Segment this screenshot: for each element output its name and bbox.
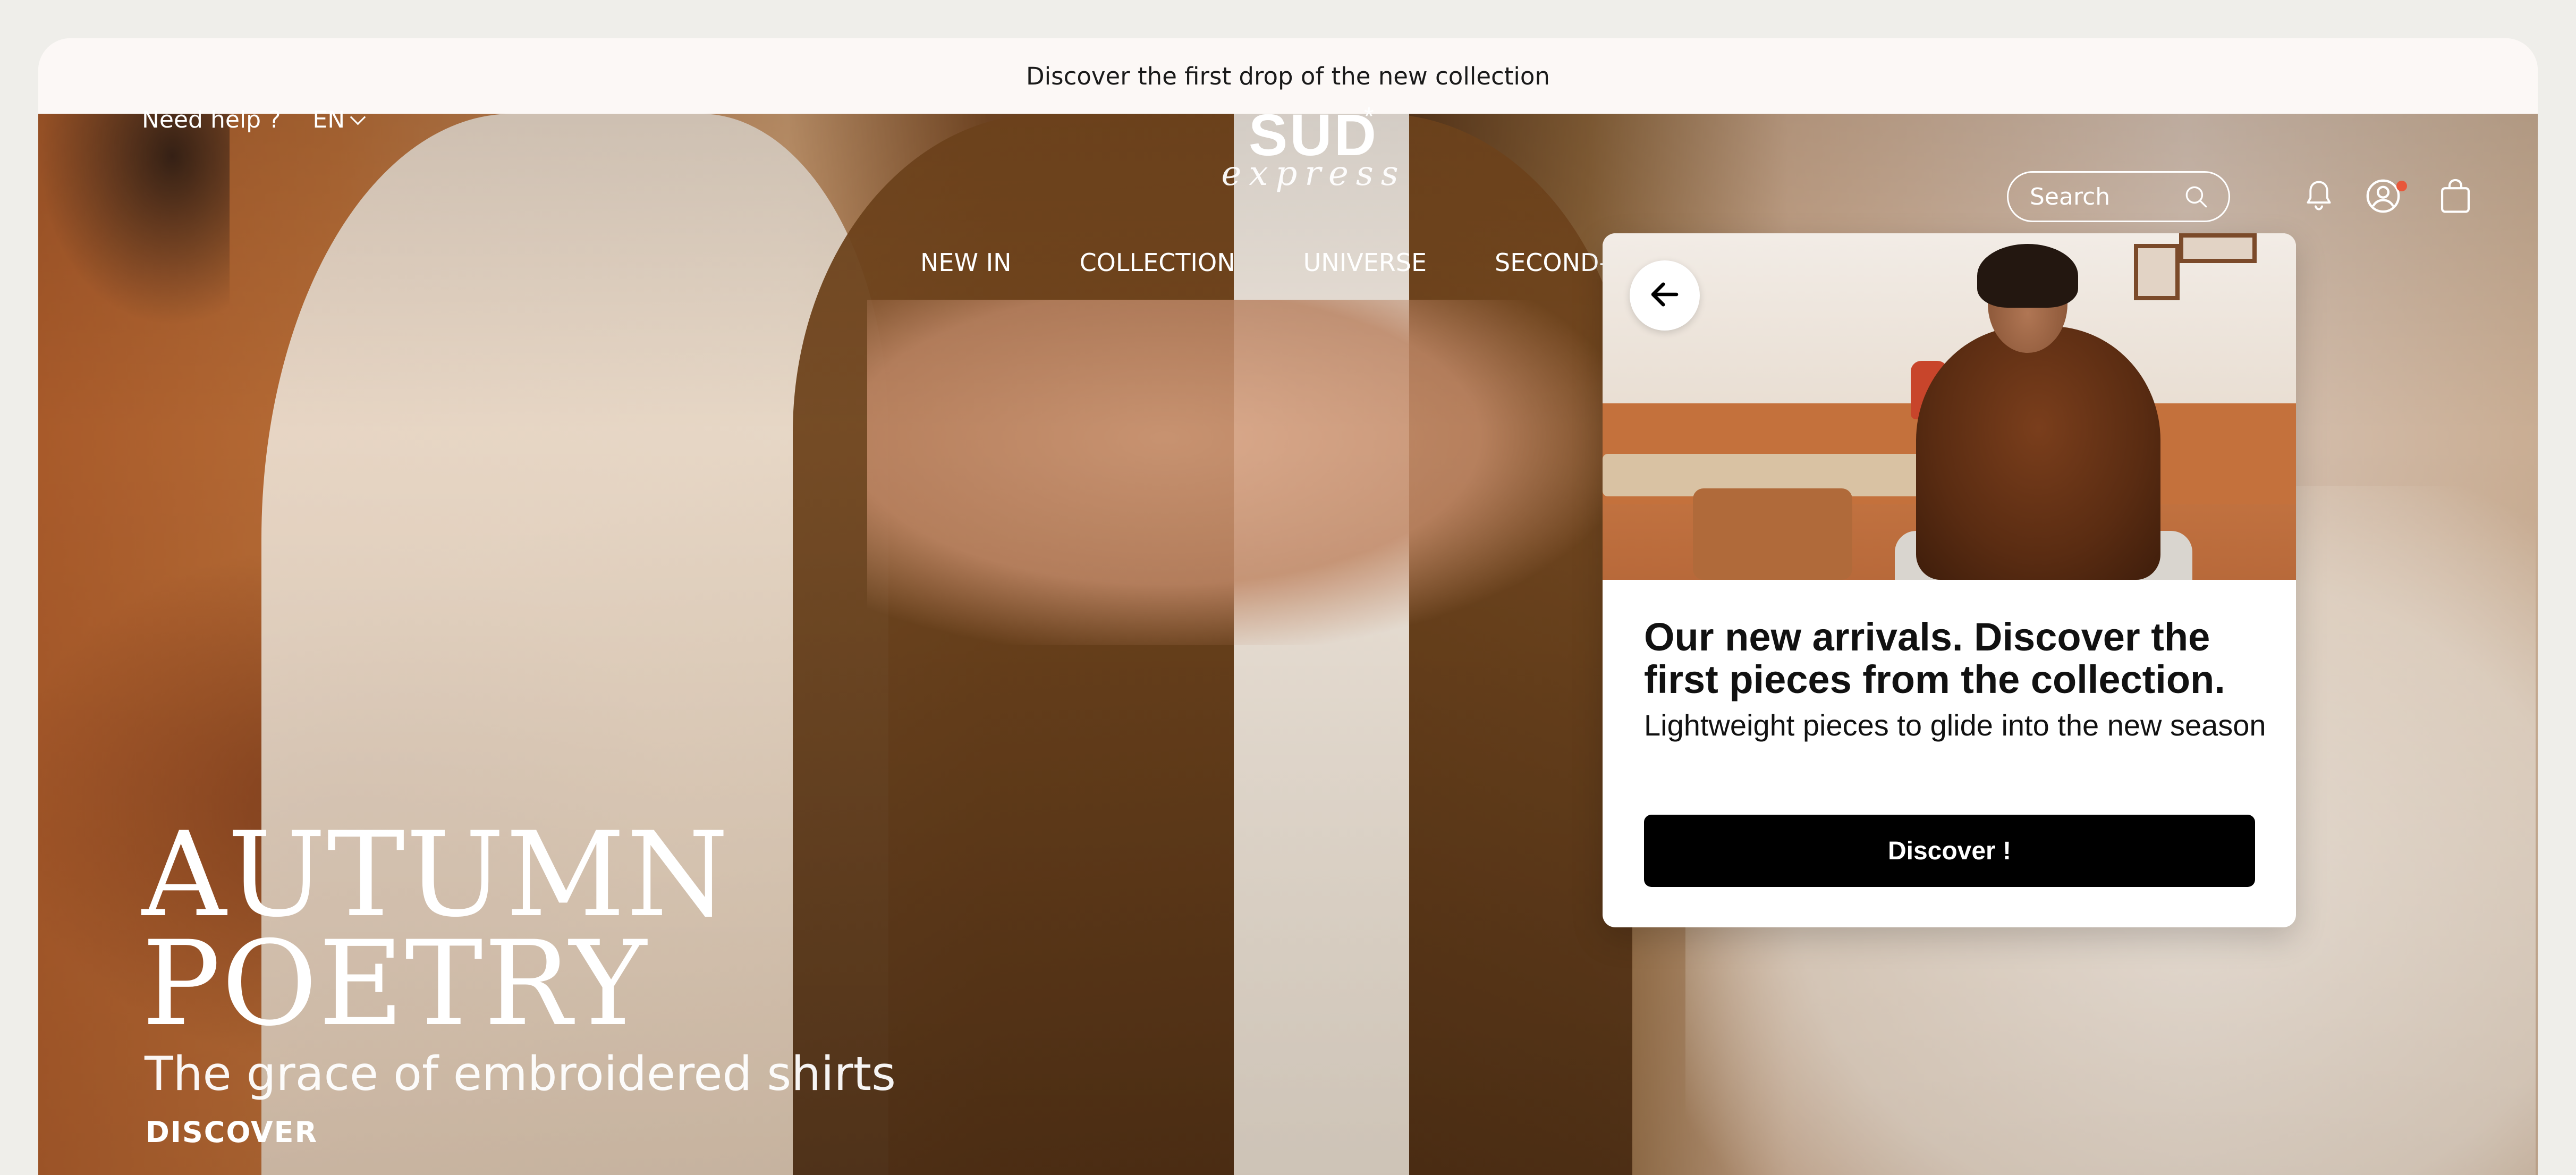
popup-image-model-hair	[1977, 244, 2078, 308]
account-icon[interactable]	[2365, 177, 2402, 215]
popup-image	[1603, 233, 2296, 580]
header-left: Need help ? EN	[142, 106, 366, 133]
nav-item-collection[interactable]: COLLECTION	[1080, 248, 1235, 277]
hero-title: AUTUMN POETRY	[142, 807, 730, 1052]
search-input[interactable]: Search	[2007, 171, 2230, 222]
nav-item-universe[interactable]: UNIVERSE	[1303, 248, 1427, 277]
hero-discover-link[interactable]: DISCOVER	[146, 1115, 318, 1149]
back-button[interactable]	[1630, 260, 1700, 331]
search-placeholder: Search	[2030, 183, 2111, 210]
chevron-down-icon	[350, 109, 366, 125]
bell-icon[interactable]	[2303, 177, 2334, 215]
search-icon[interactable]	[2183, 183, 2209, 210]
arrow-left-icon	[1647, 277, 1682, 315]
new-arrivals-popup: Our new arrivals. Discover the first pie…	[1603, 233, 2296, 927]
logo-star: *	[1364, 103, 1374, 131]
popup-image-table-base	[1693, 488, 1852, 580]
main-nav: NEW IN COLLECTION UNIVERSE SECOND-H	[920, 248, 1626, 277]
notification-dot	[2396, 181, 2407, 191]
popup-image-model-body	[1916, 326, 2160, 580]
hero-subtitle: The grace of embroidered shirts	[145, 1046, 896, 1101]
popup-subtitle: Lightweight pieces to glide into the new…	[1644, 708, 2266, 742]
nav-item-new-in[interactable]: NEW IN	[920, 248, 1012, 277]
popup-title: Our new arrivals. Discover the first pie…	[1644, 615, 2225, 701]
logo-script: express	[1221, 154, 1406, 193]
popup-image-frame-2	[2179, 233, 2257, 263]
discover-button[interactable]: Discover !	[1644, 815, 2255, 887]
hero-title-line1: AUTUMN	[142, 807, 730, 943]
browser-frame: Discover the first drop of the new colle…	[38, 38, 2538, 1175]
language-label: EN	[312, 106, 345, 133]
announcement-text: Discover the first drop of the new colle…	[1026, 62, 1550, 90]
hero-title-line2: POETRY	[142, 916, 648, 1052]
popup-image-frame-1	[2134, 244, 2180, 300]
bag-icon[interactable]	[2439, 176, 2472, 215]
brand-logo[interactable]: SUD * express	[1202, 103, 1425, 202]
language-selector[interactable]: EN	[312, 106, 366, 133]
help-link[interactable]: Need help ?	[142, 106, 281, 133]
